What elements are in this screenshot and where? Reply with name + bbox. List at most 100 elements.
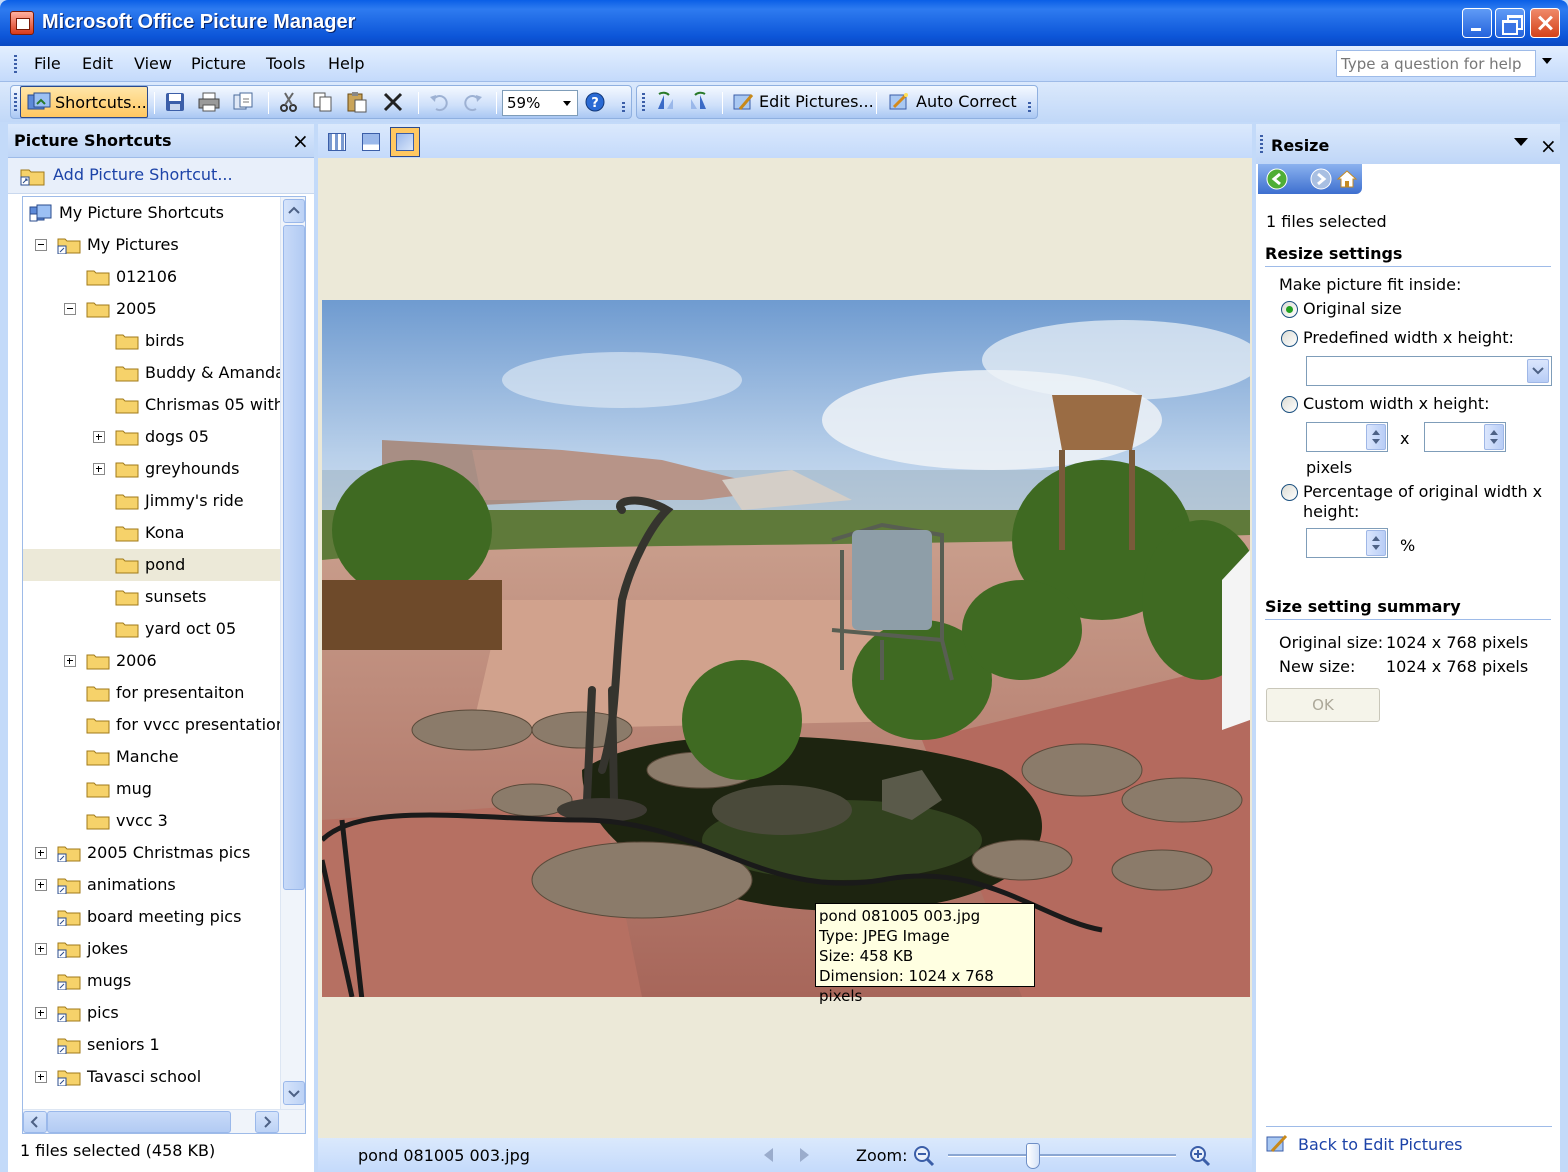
expand-icon[interactable] [93, 431, 105, 443]
tree-vertical-scrollbar[interactable] [280, 197, 305, 1109]
tree-item-board-meeting-pics[interactable]: board meeting pics [23, 901, 280, 933]
rotate-right-icon[interactable] [688, 91, 710, 113]
restore-button[interactable] [1495, 8, 1525, 38]
pond-photo[interactable] [322, 300, 1250, 997]
expand-icon[interactable] [35, 943, 47, 955]
percentage-stepper-icon[interactable] [1366, 530, 1386, 556]
expand-icon[interactable] [64, 655, 76, 667]
delete-icon[interactable] [382, 91, 404, 113]
tree-item-pond[interactable]: pond [23, 549, 280, 581]
toolbar-grip-icon[interactable] [642, 93, 645, 111]
percentage-radio[interactable] [1281, 484, 1298, 501]
undo-icon[interactable] [428, 91, 450, 113]
menu-edit[interactable]: Edit [82, 54, 113, 73]
scroll-thumb[interactable] [283, 225, 305, 890]
original-size-option[interactable]: Original size [1303, 299, 1402, 318]
tree-item-mugs[interactable]: mugs [23, 965, 280, 997]
tree-item-012106[interactable]: 012106 [23, 261, 280, 293]
tree-item-kona[interactable]: Kona [23, 517, 280, 549]
zoom-combo[interactable]: 59% [502, 90, 578, 116]
previous-picture-button[interactable] [764, 1148, 773, 1162]
tree-item-animations[interactable]: animations [23, 869, 280, 901]
print-icon[interactable] [198, 91, 220, 113]
expand-icon[interactable] [93, 463, 105, 475]
collapse-icon[interactable] [64, 303, 76, 315]
next-picture-button[interactable] [800, 1148, 809, 1162]
collapse-icon[interactable] [35, 239, 47, 251]
zoom-out-icon[interactable] [912, 1144, 936, 1168]
ok-button[interactable]: OK [1266, 688, 1380, 722]
tree-item-jimmy-s-ride[interactable]: Jimmy's ride [23, 485, 280, 517]
export-icon[interactable] [232, 91, 254, 113]
expand-icon[interactable] [35, 1007, 47, 1019]
toolbar-options-icon[interactable] [1028, 102, 1031, 112]
tree-item-chrismas-05-with[interactable]: Chrismas 05 with ( [23, 389, 295, 421]
menu-file[interactable]: File [34, 54, 61, 73]
expand-icon[interactable] [35, 879, 47, 891]
tree-item-dogs-05[interactable]: dogs 05 [23, 421, 280, 453]
expand-icon[interactable] [35, 847, 47, 859]
single-picture-view-button[interactable] [390, 127, 420, 157]
tree-item-pics[interactable]: pics [23, 997, 280, 1029]
predefined-size-select[interactable] [1306, 356, 1552, 386]
custom-size-radio[interactable] [1281, 396, 1298, 413]
menu-help[interactable]: Help [328, 54, 364, 73]
percentage-spinner[interactable] [1306, 528, 1388, 558]
tree-item-birds[interactable]: birds [23, 325, 280, 357]
expand-icon[interactable] [35, 1071, 47, 1083]
help-icon[interactable]: ? [584, 91, 606, 113]
tree-item-my-pictures[interactable]: My Pictures [23, 229, 280, 261]
tree-item-2006[interactable]: 2006 [23, 645, 280, 677]
task-pane-menu-icon[interactable] [1514, 138, 1528, 146]
toolbar-options-icon[interactable] [622, 102, 625, 112]
chevron-down-icon[interactable] [559, 93, 575, 113]
tree-item-yard-oct-05[interactable]: yard oct 05 [23, 613, 280, 645]
zoom-slider-track[interactable] [948, 1154, 1176, 1157]
toolbar-grip-icon[interactable] [14, 93, 17, 111]
tree-item-2005[interactable]: 2005 [23, 293, 280, 325]
tree-horizontal-scrollbar[interactable] [23, 1109, 305, 1133]
title-bar[interactable]: Microsoft Office Picture Manager [0, 0, 1568, 46]
original-size-radio[interactable] [1281, 301, 1298, 318]
edit-pictures-button[interactable]: Edit Pictures... [759, 92, 874, 111]
tree-item-sunsets[interactable]: sunsets [23, 581, 280, 613]
menu-view[interactable]: View [134, 54, 172, 73]
width-stepper-icon[interactable] [1366, 424, 1386, 450]
shortcuts-button[interactable]: Shortcuts... [20, 86, 148, 118]
horizontal-scroll-thumb[interactable] [47, 1111, 231, 1133]
minimize-button[interactable] [1462, 8, 1492, 38]
percentage-option[interactable]: Percentage of original width x [1303, 482, 1542, 501]
menubar-grip-icon[interactable] [14, 55, 17, 73]
thumbnail-view-button[interactable] [322, 127, 352, 157]
scroll-down-button[interactable] [283, 1081, 305, 1105]
close-window-button[interactable] [1530, 8, 1560, 38]
folder-tree[interactable]: My Picture Shortcuts My Pictures 012106 200… [22, 196, 306, 1134]
copy-icon[interactable] [312, 91, 334, 113]
task-pane-grip-icon[interactable] [1260, 135, 1263, 153]
predefined-size-dropdown[interactable] [1527, 359, 1549, 383]
back-to-edit-pictures-link[interactable]: Back to Edit Pictures [1298, 1135, 1463, 1154]
tree-item-for-vvcc-presentation[interactable]: for vvcc presentation [23, 709, 286, 741]
tree-item-for-presentaiton[interactable]: for presentaiton [23, 677, 280, 709]
forward-arrow-icon[interactable] [1310, 168, 1332, 190]
predefined-size-option[interactable]: Predefined width x height: [1303, 328, 1514, 347]
scroll-right-button[interactable] [255, 1111, 279, 1133]
tree-item-mug[interactable]: mug [23, 773, 280, 805]
predefined-size-radio[interactable] [1281, 330, 1298, 347]
close-pane-icon[interactable]: × [292, 129, 309, 153]
tree-item-tavasci-school[interactable]: Tavasci school [23, 1061, 280, 1093]
tree-item-buddy-amanda[interactable]: Buddy & Amanda [23, 357, 285, 389]
edit-pictures-icon[interactable] [1266, 1134, 1290, 1154]
scroll-left-button[interactable] [23, 1111, 47, 1133]
custom-size-option[interactable]: Custom width x height: [1303, 394, 1490, 413]
rotate-left-icon[interactable] [654, 91, 676, 113]
tree-item-manche[interactable]: Manche [23, 741, 280, 773]
menu-tools[interactable]: Tools [266, 54, 305, 73]
tree-item-seniors-1[interactable]: seniors 1 [23, 1029, 280, 1061]
height-stepper-icon[interactable] [1484, 424, 1504, 450]
add-picture-shortcut-link[interactable]: Add Picture Shortcut... [8, 158, 314, 194]
scroll-up-button[interactable] [283, 199, 305, 223]
tree-item-greyhounds[interactable]: greyhounds [23, 453, 280, 485]
close-task-pane-icon[interactable]: × [1540, 134, 1557, 158]
redo-icon[interactable] [462, 91, 484, 113]
